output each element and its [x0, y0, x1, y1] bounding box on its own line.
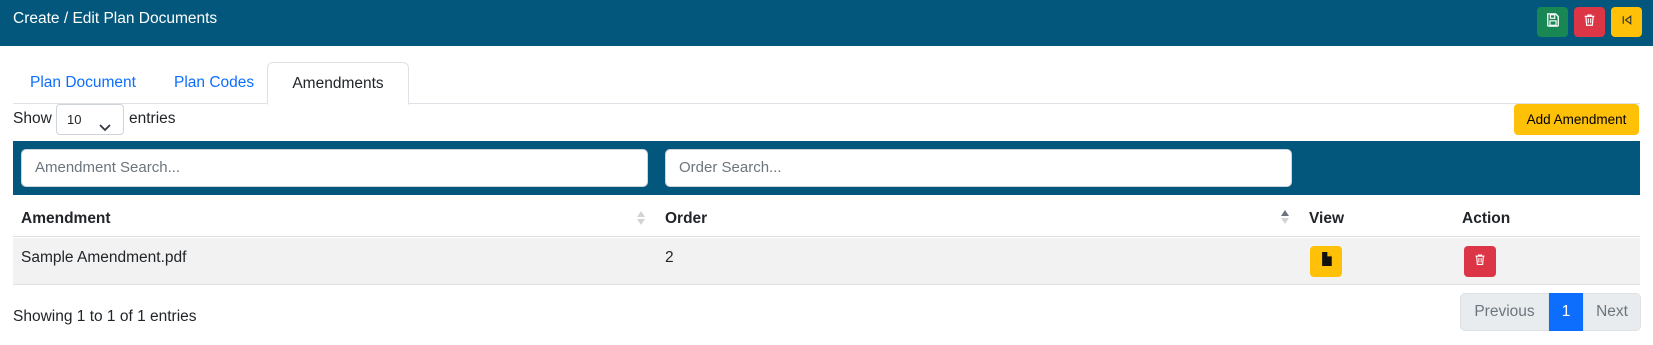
- entries-label: entries: [129, 110, 176, 127]
- show-label: Show: [13, 110, 52, 127]
- add-amendment-button[interactable]: Add Amendment: [1514, 104, 1639, 135]
- delete-row-button[interactable]: [1464, 246, 1496, 277]
- file-icon: [1321, 252, 1332, 271]
- next-page-button[interactable]: Next: [1583, 293, 1641, 331]
- page-1-button[interactable]: 1: [1549, 293, 1583, 331]
- pagination: Previous 1 Next: [1460, 293, 1641, 331]
- column-header-order[interactable]: Order: [665, 200, 707, 237]
- save-button[interactable]: [1537, 7, 1568, 37]
- tab-plan-document[interactable]: Plan Document: [13, 62, 157, 104]
- back-icon: [1621, 13, 1633, 31]
- tab-bar: Plan Document Plan Codes Amendments: [13, 62, 1640, 105]
- page-title: Create / Edit Plan Documents: [13, 10, 218, 27]
- sort-ascending-icon[interactable]: [1280, 208, 1290, 228]
- sort-both-icon[interactable]: [636, 208, 646, 228]
- entries-per-page-select[interactable]: 10: [56, 104, 124, 135]
- tab-amendments[interactable]: Amendments: [267, 62, 409, 105]
- previous-page-button[interactable]: Previous: [1460, 293, 1549, 331]
- trash-icon: [1583, 13, 1596, 32]
- order-cell: 2: [665, 249, 674, 266]
- amendment-cell: Sample Amendment.pdf: [21, 249, 187, 266]
- table-header: Amendment Order View Action: [13, 200, 1640, 237]
- order-search-input[interactable]: Order Search...: [665, 149, 1292, 187]
- column-header-amendment[interactable]: Amendment: [21, 200, 111, 237]
- save-icon: [1546, 12, 1560, 32]
- column-filter-row: Amendment Search... Order Search...: [13, 141, 1640, 195]
- amendment-search-input[interactable]: Amendment Search...: [21, 149, 648, 187]
- table-info: Showing 1 to 1 of 1 entries: [13, 308, 197, 325]
- top-bar: Create / Edit Plan Documents: [0, 0, 1653, 46]
- tab-plan-codes[interactable]: Plan Codes: [157, 62, 281, 104]
- column-header-action: Action: [1462, 210, 1511, 227]
- table-row: Sample Amendment.pdf 2: [13, 238, 1640, 285]
- delete-button[interactable]: [1574, 7, 1605, 37]
- trash-icon: [1474, 253, 1486, 271]
- entries-select-value: 10: [67, 112, 82, 127]
- chevron-down-icon: [99, 114, 111, 143]
- view-document-button[interactable]: [1310, 246, 1342, 277]
- back-button[interactable]: [1611, 7, 1642, 37]
- column-header-view: View: [1309, 210, 1345, 227]
